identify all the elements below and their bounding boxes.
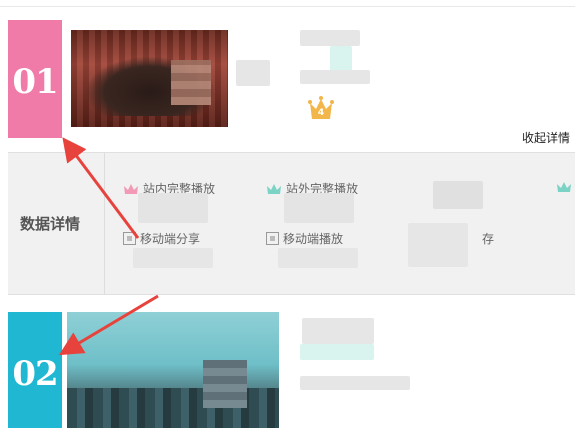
data-details-title: 数据详情 (20, 215, 81, 233)
rank-badge-1: 01 (8, 20, 62, 138)
teal-crown-icon (557, 182, 571, 192)
blurred-value (284, 193, 354, 223)
metric-label: 存 (482, 232, 495, 246)
pink-crown-icon (124, 183, 138, 194)
blurred-value (433, 181, 483, 209)
blurred-title (302, 318, 374, 344)
crown-badge-number: 4 (317, 108, 325, 118)
thumbnail-mosaic (171, 60, 211, 105)
collapse-details-link[interactable]: 收起详情 (522, 129, 570, 146)
play-box-icon (266, 232, 279, 245)
metric-mobile-play: 移动端播放 (266, 230, 343, 247)
blurred-subtitle (300, 376, 410, 390)
rank-number: 01 (12, 62, 58, 102)
blurred-value (278, 248, 358, 268)
thumbnail-city (67, 388, 279, 428)
blurred-tag (300, 344, 374, 360)
blurred-value (408, 223, 468, 267)
top-divider (0, 0, 575, 7)
share-box-icon (123, 232, 136, 245)
video-thumbnail-1[interactable] (71, 30, 228, 127)
metric-mobile-share: 移动端分享 (123, 230, 200, 247)
video-thumbnail-2[interactable] (67, 312, 279, 428)
metric-label: 移动端播放 (283, 232, 344, 246)
metric-label: 移动端分享 (140, 232, 201, 246)
blurred-value (138, 193, 208, 223)
data-details-panel: 数据详情 站内完整播放 站外完整播放 移动端分享 移动端播放 存 (8, 152, 575, 295)
rank-number: 02 (12, 354, 58, 394)
thumbnail-mosaic (203, 360, 247, 408)
teal-crown-icon (267, 183, 281, 194)
blurred-value (133, 248, 213, 268)
panel-divider (104, 153, 105, 294)
metric-blurred: 存 (482, 230, 494, 247)
crown-rank-badge: 4 (308, 95, 334, 123)
blurred-subtitle (300, 70, 370, 84)
blurred-title (300, 30, 360, 46)
blurred-avatar (236, 60, 270, 86)
rank-badge-2: 02 (8, 312, 62, 428)
